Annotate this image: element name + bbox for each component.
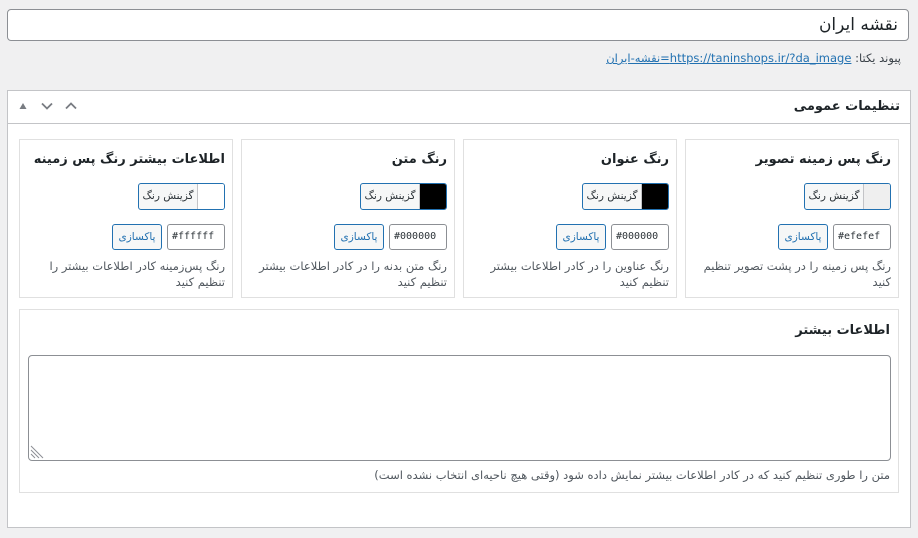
color-picker-label: گزینش رنگ [808,190,860,202]
color-swatch [641,184,668,209]
move-down-icon[interactable] [38,97,56,115]
color-swatch [419,184,446,209]
handle-actions [14,97,80,115]
clear-button[interactable]: پاکسازی [334,224,384,250]
permalink-label: پیوند یکتا: [855,51,901,65]
title-input[interactable]: نقشه ایران [7,9,909,41]
more-info-textarea[interactable] [28,355,891,461]
hex-input[interactable]: #ffffff [167,224,225,250]
card-title: رنگ پس زمینه تصویر [755,152,891,167]
more-info-card: اطلاعات بیشتر متن را طوری تنظیم کنید که … [19,309,899,493]
hex-input[interactable]: #000000 [611,224,669,250]
color-card-title: رنگ عنوان گزینش رنگ #000000 پاکسازی رنگ … [463,139,677,298]
card-title: رنگ متن [391,152,447,167]
color-swatch [197,184,224,209]
resize-grip-icon[interactable] [30,445,44,459]
color-swatch [863,184,890,209]
more-info-description: متن را طوری تنظیم کنید که در کادر اطلاعا… [374,468,890,482]
card-description: رنگ متن بدنه را در کادر اطلاعات بیشتر تن… [259,259,447,289]
clear-button[interactable]: پاکسازی [778,224,828,250]
card-description: رنگ پس‌زمینه کادر اطلاعات بیشتر را تنظیم… [49,259,225,289]
card-title: اطلاعات بیشتر رنگ پس زمینه [33,152,225,167]
general-settings-box: تنظیمات عمومی رنگ پس زمینه تصویر گزینش ر… [7,90,911,528]
color-picker-button[interactable]: گزینش رنگ [360,183,447,210]
permalink: پیوند یکتا: https://taninshops.ir/?da_im… [606,51,901,65]
color-card-text: رنگ متن گزینش رنگ #000000 پاکسازی رنگ مت… [241,139,455,298]
color-picker-label: گزینش رنگ [586,190,638,202]
hex-input[interactable]: #efefef [833,224,891,250]
color-card-image-bg: رنگ پس زمینه تصویر گزینش رنگ #efefef پاک… [685,139,899,298]
color-picker-button[interactable]: گزینش رنگ [804,183,891,210]
clear-button[interactable]: پاکسازی [556,224,606,250]
hex-input[interactable]: #000000 [389,224,447,250]
card-description: رنگ پس زمینه را در پشت تصویر تنظیم کنید [703,259,891,289]
color-picker-button[interactable]: گزینش رنگ [138,183,225,210]
color-picker-label: گزینش رنگ [142,190,194,202]
card-description: رنگ عناوین را در کادر اطلاعات بیشتر تنظی… [490,259,669,289]
color-picker-label: گزینش رنگ [364,190,416,202]
toggle-panel-icon[interactable] [62,97,80,115]
postbox-title: تنظیمات عمومی [793,99,900,114]
more-info-title: اطلاعات بیشتر [795,323,890,338]
move-up-icon[interactable] [14,97,32,115]
clear-button[interactable]: پاکسازی [112,224,162,250]
card-title: رنگ عنوان [600,152,669,167]
color-picker-button[interactable]: گزینش رنگ [582,183,669,210]
postbox-header: تنظیمات عمومی [8,91,910,124]
permalink-link[interactable]: https://taninshops.ir/?da_image=نقشه-ایر… [606,51,851,65]
color-card-more-bg: اطلاعات بیشتر رنگ پس زمینه گزینش رنگ #ff… [19,139,233,298]
